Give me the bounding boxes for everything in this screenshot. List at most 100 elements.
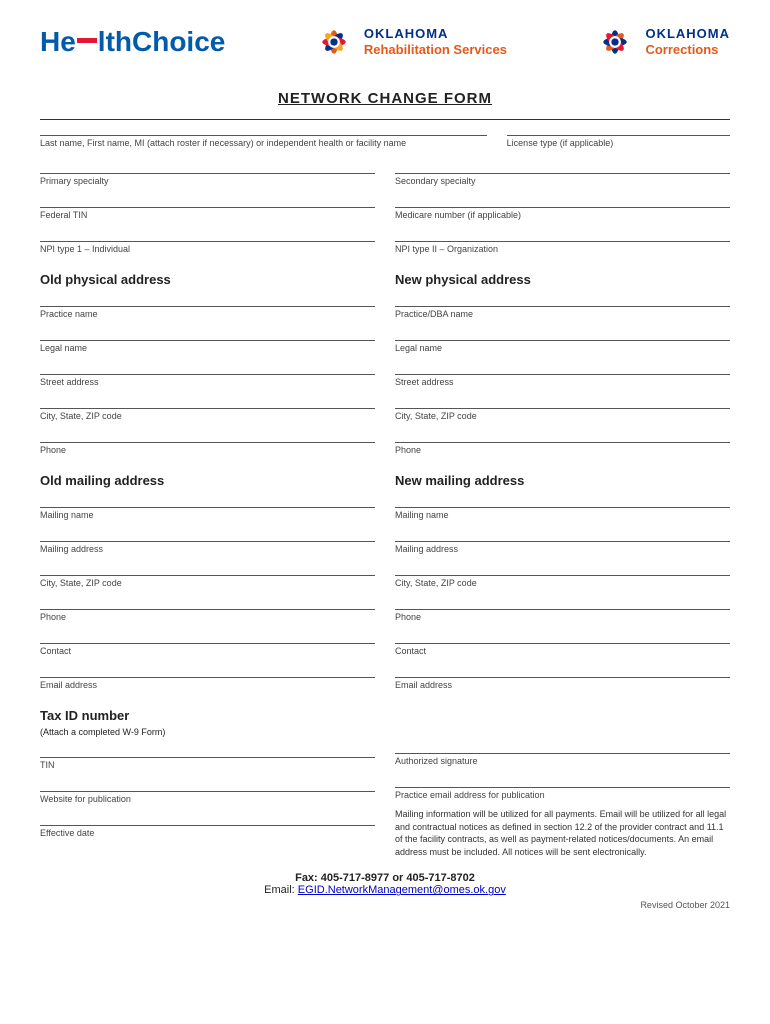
bottom-section: Tax ID number (Attach a completed W-9 Fo… xyxy=(40,698,730,858)
top-divider xyxy=(40,119,730,120)
secondary-specialty-label: Secondary specialty xyxy=(395,176,730,186)
old-mailing-city-field: City, State, ZIP code xyxy=(40,562,375,588)
new-mailing-address-label: Mailing address xyxy=(395,544,730,554)
authorized-sig-field: Authorized signature xyxy=(395,740,730,766)
name-label: Last name, First name, MI (attach roster… xyxy=(40,138,487,148)
new-practice-name-field: Practice/DBA name xyxy=(395,293,730,319)
fax-line: Fax: 405-717-8977 or 405-717-8702 xyxy=(40,872,730,884)
federal-tin-line xyxy=(40,194,375,208)
email-line: Email: EGID.NetworkManagement@omes.ok.go… xyxy=(40,884,730,896)
medicare-line xyxy=(395,194,730,208)
effective-date-label: Effective date xyxy=(40,828,375,838)
name-license-row: Last name, First name, MI (attach roster… xyxy=(40,122,730,156)
new-city-label: City, State, ZIP code xyxy=(395,411,730,421)
practice-email-label: Practice email address for publication xyxy=(395,790,730,800)
old-mailing-name-label: Mailing name xyxy=(40,510,375,520)
okla-corr-state: OKLAHOMA xyxy=(645,26,730,42)
healthchoice-logo: HelthChoice xyxy=(40,26,225,58)
new-city-field: City, State, ZIP code xyxy=(395,395,730,421)
new-legal-name-label: Legal name xyxy=(395,343,730,353)
email-prefix: Email: xyxy=(264,884,298,896)
oklahoma-rehab-logo: OKLAHOMA Rehabilitation Services xyxy=(312,20,507,64)
old-practice-name-label: Practice name xyxy=(40,309,375,319)
healthchoice-dash xyxy=(77,38,97,43)
header: HelthChoice OKLAHOMA Rehabilitation Serv… xyxy=(40,20,730,72)
medicare-label: Medicare number (if applicable) xyxy=(395,210,730,220)
okla-rehab-state: OKLAHOMA xyxy=(364,26,507,42)
federal-tin-field: Federal TIN xyxy=(40,194,375,220)
old-mailing-title: Old mailing address xyxy=(40,473,375,488)
website-field: Website for publication xyxy=(40,778,375,804)
okla-corr-dept: Corrections xyxy=(645,42,730,58)
license-label: License type (if applicable) xyxy=(507,138,730,148)
license-input-line xyxy=(507,122,730,136)
tin-field: TIN xyxy=(40,744,375,770)
email-link[interactable]: EGID.NetworkManagement@omes.ok.gov xyxy=(298,884,506,896)
new-mailing-address-field: Mailing address xyxy=(395,528,730,554)
old-street-field: Street address xyxy=(40,361,375,387)
new-mailing-phone-field: Phone xyxy=(395,596,730,622)
secondary-specialty-field: Secondary specialty xyxy=(395,160,730,186)
npi2-label: NPI type II – Organization xyxy=(395,244,730,254)
physical-address-section: Old physical address Practice name Legal… xyxy=(40,262,730,463)
new-mailing-col: New mailing address Mailing name Mailing… xyxy=(395,463,730,698)
old-mailing-col: Old mailing address Mailing name Mailing… xyxy=(40,463,375,698)
old-contact-field: Contact xyxy=(40,630,375,656)
old-legal-name-field: Legal name xyxy=(40,327,375,353)
new-legal-name-field: Legal name xyxy=(395,327,730,353)
old-email-field: Email address xyxy=(40,664,375,690)
mailing-address-section: Old mailing address Mailing name Mailing… xyxy=(40,463,730,698)
oklahoma-corrections-logo: OKLAHOMA Corrections xyxy=(593,20,730,64)
old-street-label: Street address xyxy=(40,377,375,387)
old-mailing-phone-label: Phone xyxy=(40,612,375,622)
new-mailing-name-field: Mailing name xyxy=(395,494,730,520)
old-mailing-address-label: Mailing address xyxy=(40,544,375,554)
old-physical-title: Old physical address xyxy=(40,272,375,287)
old-mailing-phone-field: Phone xyxy=(40,596,375,622)
footer: Fax: 405-717-8977 or 405-717-8702 Email:… xyxy=(40,872,730,896)
tax-id-subtitle: (Attach a completed W-9 Form) xyxy=(40,727,165,737)
old-contact-label: Contact xyxy=(40,646,375,656)
name-input-line xyxy=(40,122,487,136)
tin-label: TIN xyxy=(40,760,375,770)
primary-specialty-label: Primary specialty xyxy=(40,176,375,186)
old-email-label: Email address xyxy=(40,680,375,690)
npi2-line xyxy=(395,228,730,242)
federal-tin-label: Federal TIN xyxy=(40,210,375,220)
old-legal-name-label: Legal name xyxy=(40,343,375,353)
new-physical-col: New physical address Practice/DBA name L… xyxy=(395,262,730,463)
notice-text: Mailing information will be utilized for… xyxy=(395,808,730,858)
new-phone-label: Phone xyxy=(395,445,730,455)
okla-rehab-icon xyxy=(312,20,356,64)
old-physical-col: Old physical address Practice name Legal… xyxy=(40,262,375,463)
tax-id-col: Tax ID number (Attach a completed W-9 Fo… xyxy=(40,698,375,858)
old-phone-field: Phone xyxy=(40,429,375,455)
old-phone-label: Phone xyxy=(40,445,375,455)
name-field: Last name, First name, MI (attach roster… xyxy=(40,122,487,148)
signature-col: Authorized signature Practice email addr… xyxy=(395,698,730,858)
new-email-field: Email address xyxy=(395,664,730,690)
npi1-line xyxy=(40,228,375,242)
npi1-label: NPI type 1 – Individual xyxy=(40,244,375,254)
page-title: NETWORK CHANGE FORM xyxy=(40,90,730,107)
practice-email-field: Practice email address for publication xyxy=(395,774,730,800)
new-mailing-title: New mailing address xyxy=(395,473,730,488)
effective-date-field: Effective date xyxy=(40,812,375,838)
npi-row: NPI type 1 – Individual NPI type II – Or… xyxy=(40,228,730,262)
new-practice-name-label: Practice/DBA name xyxy=(395,309,730,319)
okla-corr-icon xyxy=(593,20,637,64)
new-mailing-city-field: City, State, ZIP code xyxy=(395,562,730,588)
new-physical-title: New physical address xyxy=(395,272,730,287)
okla-rehab-dept: Rehabilitation Services xyxy=(364,42,507,58)
old-practice-name-field: Practice name xyxy=(40,293,375,319)
medicare-field: Medicare number (if applicable) xyxy=(395,194,730,220)
new-mailing-city-label: City, State, ZIP code xyxy=(395,578,730,588)
primary-specialty-line xyxy=(40,160,375,174)
specialty-row: Primary specialty Secondary specialty xyxy=(40,160,730,194)
old-mailing-address-field: Mailing address xyxy=(40,528,375,554)
revised-date: Revised October 2021 xyxy=(40,900,730,910)
tax-id-title: Tax ID number (Attach a completed W-9 Fo… xyxy=(40,708,375,738)
new-contact-label: Contact xyxy=(395,646,730,656)
authorized-sig-label: Authorized signature xyxy=(395,756,730,766)
old-city-label: City, State, ZIP code xyxy=(40,411,375,421)
